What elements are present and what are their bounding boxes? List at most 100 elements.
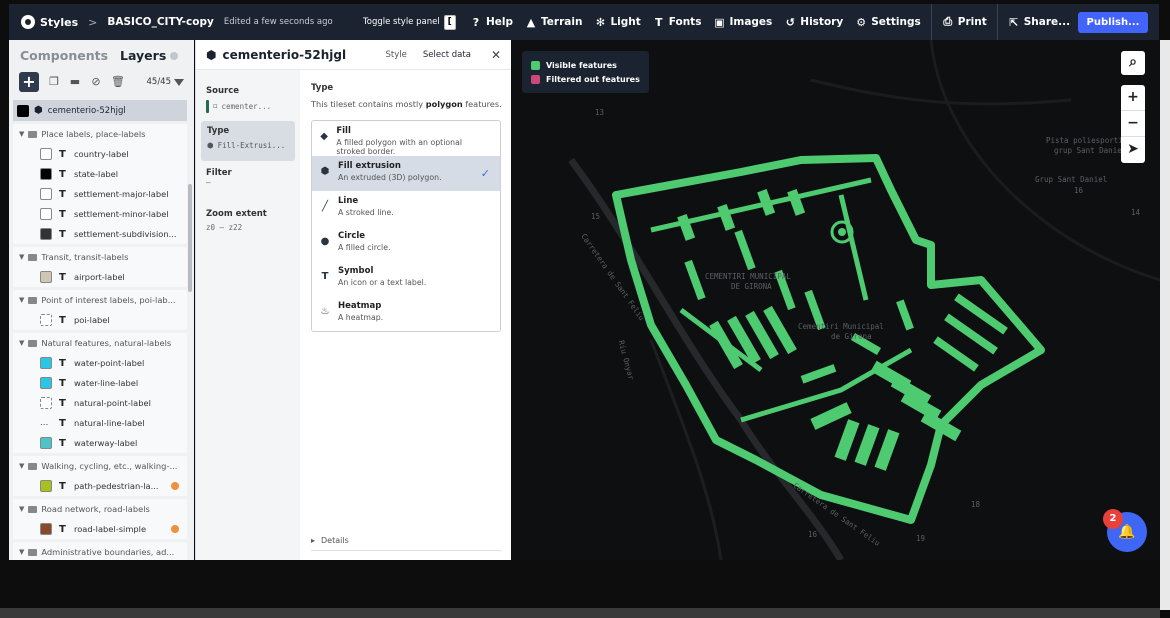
layer-row[interactable]: Twater-point-label xyxy=(13,353,187,373)
layer-group-header[interactable]: ▼ Administrative boundaries, ad... xyxy=(13,542,187,560)
settings-button[interactable]: ⚙ Settings xyxy=(849,4,927,40)
fonts-label: Fonts xyxy=(668,16,702,28)
layer-group: ▼ Transit, transit-labels Tairport-label xyxy=(13,247,187,287)
print-button[interactable]: ⎙ Print xyxy=(936,4,993,40)
layer-group-header[interactable]: ▼ Transit, transit-labels xyxy=(13,247,187,267)
duplicate-icon[interactable]: ❐ xyxy=(48,76,60,88)
layer-row[interactable]: Troad-label-simple xyxy=(13,519,187,539)
folder-icon[interactable]: ▬ xyxy=(69,76,81,88)
layer-group-header[interactable]: ▼ Natural features, natural-labels xyxy=(13,333,187,353)
share-button[interactable]: ⇱ Share... xyxy=(1002,4,1076,40)
layer-chip xyxy=(40,523,52,535)
mapbox-logo-icon xyxy=(21,15,35,29)
details-toggle[interactable]: ▸ Details xyxy=(311,536,349,545)
folder-icon xyxy=(28,253,38,261)
tab-select-data[interactable]: Select data xyxy=(423,50,471,60)
fonts-button[interactable]: T Fonts xyxy=(647,4,708,40)
layer-row[interactable]: Tsettlement-major-label xyxy=(13,184,187,204)
toggle-style-panel[interactable]: Toggle style panel [ xyxy=(363,4,456,40)
add-layer-button[interactable]: + xyxy=(19,72,39,92)
option-symbol[interactable]: T Symbol An icon or a text label. xyxy=(312,261,500,296)
layer-row[interactable]: Tsettlement-subdivision... xyxy=(13,224,187,244)
type-desc-suffix: features. xyxy=(465,99,502,109)
option-circle[interactable]: ● Circle A filled circle. xyxy=(312,226,500,261)
folder-icon xyxy=(28,505,38,513)
light-button[interactable]: ✻ Light xyxy=(588,4,646,40)
filter-label: Filter xyxy=(206,168,232,178)
check-icon: ✓ xyxy=(480,167,490,180)
folder-icon xyxy=(28,462,38,470)
option-fill-extrusion[interactable]: ⬢ Fill extrusion An extruded (3D) polygon… xyxy=(312,156,500,191)
compass-button[interactable]: ➤ xyxy=(1121,137,1145,163)
zoom-out-button[interactable]: − xyxy=(1121,111,1145,137)
layer-row[interactable]: Tsettlement-minor-label xyxy=(13,204,187,224)
images-button[interactable]: ▣ Images xyxy=(707,4,778,40)
layer-row[interactable]: Tpoi-label xyxy=(13,310,187,330)
publish-button[interactable]: Publish... xyxy=(1078,12,1148,33)
layer-row-selected[interactable]: ⬢ cementerio-52hjgl xyxy=(13,100,187,121)
option-heatmap[interactable]: ♨ Heatmap A heatmap. xyxy=(312,296,500,331)
map-label: 18 xyxy=(971,500,981,509)
print-icon: ⎙ xyxy=(943,15,953,28)
option-line[interactable]: ╱ Line A stroked line. xyxy=(312,191,500,226)
layer-row[interactable]: Tairport-label xyxy=(13,267,187,287)
type-desc-prefix: This tileset contains mostly xyxy=(311,99,424,109)
zoom-section[interactable]: Zoom extent z0 – z22 xyxy=(196,209,267,232)
caret-down-icon: ▼ xyxy=(19,548,25,556)
tab-layers[interactable]: Layers xyxy=(120,48,179,63)
layer-row[interactable]: Tstate-label xyxy=(13,164,187,184)
layer-group-header[interactable]: ▼ Place labels, place-labels xyxy=(13,124,187,144)
terrain-button[interactable]: ▲ Terrain xyxy=(519,4,588,40)
layer-group-header[interactable]: ▼ Road network, road-labels xyxy=(13,499,187,519)
history-button[interactable]: ↺ History xyxy=(778,4,849,40)
style-name[interactable]: BASICO_CITY-copy xyxy=(107,16,213,28)
styles-home-link[interactable]: Styles xyxy=(21,15,78,29)
map-label: 19 xyxy=(916,534,926,543)
source-value-row: ⌑ cementer... xyxy=(196,100,271,113)
type-label: Type xyxy=(207,126,230,136)
notification-badge: 2 xyxy=(1103,509,1123,529)
layer-name: settlement-minor-label xyxy=(74,209,169,219)
tab-components[interactable]: Components xyxy=(20,48,108,63)
map-canvas[interactable]: CEMENTIRI MUNICIPAL DE GIRONA Cementiri … xyxy=(511,40,1160,560)
layer-group-header[interactable]: ▼ Point of interest labels, poi-lab... xyxy=(13,290,187,310)
layer-row[interactable]: Twaterway-label xyxy=(13,433,187,453)
folder-icon xyxy=(28,548,38,556)
filter-section[interactable]: Filter — xyxy=(196,168,232,187)
layer-count[interactable]: 45/45 xyxy=(147,77,184,87)
type-options: ◆ Fill A filled polygon with an optional … xyxy=(311,120,501,332)
layer-row[interactable]: … Tnatural-line-label xyxy=(13,413,187,433)
zoom-in-button[interactable]: + xyxy=(1121,85,1145,111)
layer-row[interactable]: Tcountry-label xyxy=(13,144,187,164)
close-icon[interactable]: ✕ xyxy=(491,48,501,62)
help-button[interactable]: ? Help xyxy=(464,4,519,40)
type-section[interactable]: Type ⬢ Fill-Extrusi... xyxy=(201,121,295,161)
layer-row[interactable]: Tnatural-point-label xyxy=(13,393,187,413)
settings-label: Settings xyxy=(871,16,921,28)
text-layer-icon: T xyxy=(59,397,66,409)
fill-extrusion-icon: ⬢ xyxy=(207,141,214,150)
toggle-style-panel-label: Toggle style panel xyxy=(363,17,440,27)
text-layer-icon: T xyxy=(59,168,66,180)
text-layer-icon: T xyxy=(59,523,66,535)
map-legend: Visible features Filtered out features xyxy=(522,51,649,93)
layer-name: settlement-major-label xyxy=(74,189,169,199)
layer-group-header[interactable]: ▼ Walking, cycling, etc., walking-... xyxy=(13,456,187,476)
filtered-swatch xyxy=(531,74,540,84)
layer-row[interactable]: Tpath-pedestrian-la... xyxy=(13,476,187,496)
divider xyxy=(930,4,932,40)
text-layer-icon: T xyxy=(59,437,66,449)
map-label: 13 xyxy=(595,108,605,117)
circle-icon: ● xyxy=(320,236,330,247)
option-fill[interactable]: ◆ Fill A filled polygon with an optional … xyxy=(312,121,500,156)
trash-icon[interactable]: 🗑 xyxy=(111,76,125,88)
source-section[interactable]: Source ⌑ cementer... xyxy=(196,86,271,113)
map-search-button[interactable]: ⌕ xyxy=(1121,51,1145,75)
hide-icon[interactable]: ⊘ xyxy=(90,76,102,88)
layer-row[interactable]: Twater-line-label xyxy=(13,373,187,393)
caret-down-icon: ▼ xyxy=(19,296,25,304)
tab-style[interactable]: Style xyxy=(386,50,407,60)
layer-chip xyxy=(40,148,52,160)
caret-down-icon: ▼ xyxy=(19,505,25,513)
scrollbar[interactable] xyxy=(188,184,192,292)
